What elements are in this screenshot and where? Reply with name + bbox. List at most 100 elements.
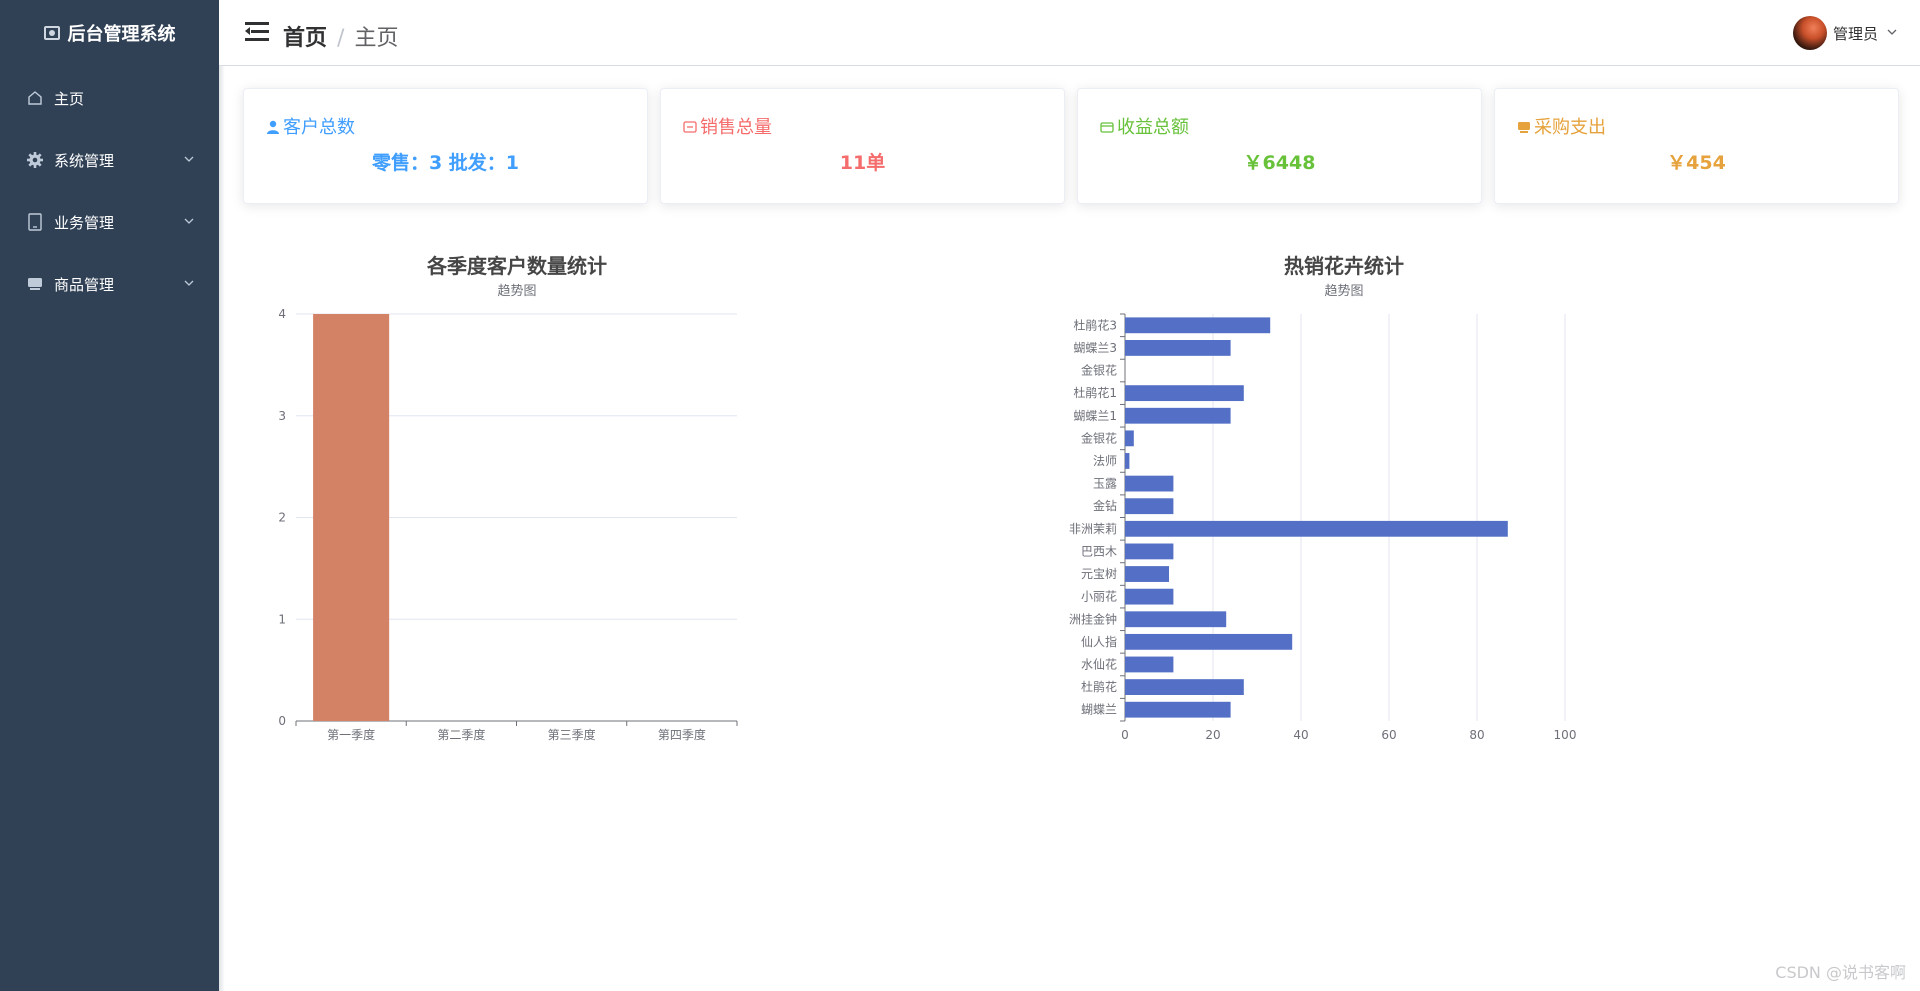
purchase-icon [1517,118,1531,133]
card-sales: 销售总量 11单 [660,88,1065,204]
chart-canvas: 0 1 2 3 4 第一季度 第二季度 第三季度 第四季度 [278,307,738,742]
card-value: 零售：3 批发：1 [371,152,520,174]
navbar: 首页 / 主页 管理员 [219,0,1920,66]
bar [1125,566,1169,582]
card-value: ￥6448 [1243,152,1316,174]
bar [313,314,390,721]
y-tick-label: 金钻 [1093,498,1117,513]
sidebar-item-label: 商品管理 [54,275,115,294]
y-tick-label: 杜鹃花3 [1073,317,1117,332]
y-tick-label: 金银花 [1081,430,1117,445]
bar [1125,475,1174,492]
card-title: 收益总额 [1100,113,1189,139]
y-tick-label: 0 [278,714,286,728]
x-tick-label: 第三季度 [548,727,596,742]
bar [1125,317,1271,334]
sidebar-item-home[interactable]: 主页 [0,67,219,129]
x-tick-label: 第四季度 [658,727,706,742]
sidebar-item-business[interactable]: 业务管理 [0,191,219,253]
card-title-text: 收益总额 [1117,117,1189,138]
bar [1125,498,1174,515]
card-value: 11单 [839,152,886,174]
sidebar-item-goods[interactable]: 商品管理 [0,253,219,315]
x-tick-label: 第二季度 [437,727,485,742]
watermark: CSDN @说书客啊 [1775,963,1906,982]
chevron-down-icon [183,277,195,292]
avatar[interactable] [1792,16,1827,50]
app-logo[interactable]: 后台管理系统 [0,0,219,66]
x-tick-label: 40 [1293,728,1308,742]
x-tick-label: 80 [1469,728,1484,742]
sales-icon [683,118,697,133]
sidebar-item-label: 系统管理 [54,151,115,170]
card-purchase: 采购支出 ￥454 [1494,88,1899,204]
bar [1125,588,1174,605]
bar [1125,385,1244,402]
logo-icon [43,26,60,40]
user-icon [266,118,280,134]
user-name[interactable]: 管理员 [1833,23,1878,44]
bar [1125,701,1231,718]
hot-flowers-chart: 热销花卉统计 趋势图 0 20 40 60 80 100 蝴蝶兰 杜鹃花 水仙花 仙人指 洲挂金钟小… [1048,240,1640,760]
chevron-down-icon [183,153,195,168]
y-tick-label: 仙人指 [1081,634,1117,649]
y-tick-label: 玉露 [1093,477,1117,491]
card-value: ￥454 [1667,152,1726,174]
x-tick-label: 60 [1381,728,1396,742]
x-tick-label: 第一季度 [327,727,375,742]
x-tick-label: 100 [1554,728,1577,742]
chevron-down-icon [183,215,195,230]
y-tick-label: 水仙花 [1081,656,1117,671]
bar [1125,633,1293,650]
card-title: 采购支出 [1517,113,1606,139]
sidebar-item-label: 业务管理 [54,213,115,232]
sidebar-item-label: 主页 [54,89,85,108]
card-title: 客户总数 [266,113,355,139]
x-tick-label: 20 [1205,728,1220,742]
bar [1125,340,1231,356]
breadcrumb-item-current: 主页 [354,26,399,51]
y-tick-label: 蝴蝶兰 [1081,702,1117,717]
app-title: 后台管理系统 [67,24,176,45]
y-tick-label: 杜鹃花1 [1073,385,1117,400]
card-title-text: 采购支出 [1534,117,1606,138]
card-customers: 客户总数 零售：3 批发：1 [243,88,648,204]
y-tick-label: 杜鹃花 [1081,679,1117,694]
y-tick-label: 蝴蝶兰1 [1073,408,1117,423]
sidebar-item-system[interactable]: 系统管理 [0,129,219,191]
card-title-text: 客户总数 [283,117,355,138]
bar [1125,656,1174,673]
y-tick-label: 法师 [1093,454,1117,468]
y-tick-label: 2 [278,511,286,525]
bar [1125,407,1231,424]
bar [1125,453,1130,469]
bar [1125,679,1244,695]
x-tick-label: 0 [1121,728,1129,742]
y-tick-label: 蝴蝶兰3 [1073,340,1117,355]
y-tick-label: 小丽花 [1081,589,1117,604]
quarter-customer-chart: 各季度客户数量统计 趋势图 0 1 2 3 4 第一季度 第二季度 第三季度 第四季度 [243,240,791,760]
tablet-icon [26,213,44,231]
bar [1125,520,1508,537]
gear-icon [26,151,44,169]
user-dropdown[interactable]: 管理员 [1792,16,1898,50]
y-tick-label: 巴西木 [1081,544,1117,558]
y-tick-label: 4 [278,307,286,321]
chart-canvas: 0 20 40 60 80 100 蝴蝶兰 杜鹃花 水仙花 仙人指 洲挂金钟 小丽花 元宝树 巴西木 非洲茉… [1069,313,1577,742]
hamburger-icon[interactable] [245,22,269,42]
card-title: 销售总量 [683,113,772,139]
goods-icon [26,275,44,293]
y-tick-label: 金银花 [1081,363,1117,378]
bar [1125,543,1174,560]
breadcrumb-item-home[interactable]: 首页 [283,26,327,51]
sidebar: 后台管理系统 主页 系统管理 业务管理 商品管理 [0,0,219,991]
y-tick-label: 1 [278,612,286,626]
card-revenue: 收益总额 ￥6448 [1077,88,1482,204]
y-tick-label: 3 [278,409,286,423]
breadcrumb-separator: / [337,26,345,51]
bar [1125,611,1227,628]
card-title-text: 销售总量 [700,117,772,138]
y-tick-label: 非洲茉莉 [1069,522,1117,536]
bar [1125,430,1134,447]
y-tick-label: 元宝树 [1081,566,1117,581]
